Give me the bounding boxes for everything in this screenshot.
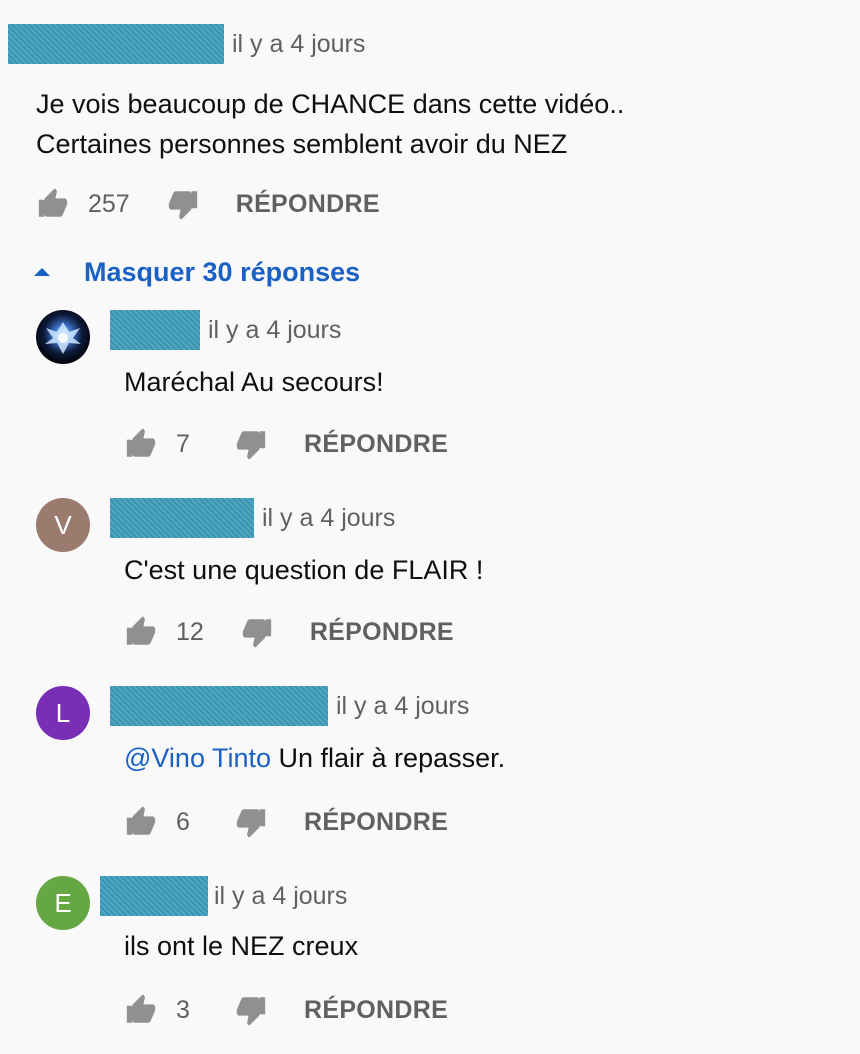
like-count: 257: [88, 189, 130, 218]
caret-up-icon: [34, 268, 50, 276]
avatar[interactable]: [36, 310, 90, 364]
reply-actions: 6 RÉPONDRE: [124, 802, 448, 842]
reply-text: C'est une question de FLAIR !: [124, 555, 484, 585]
reply-text: Un flair à repasser.: [278, 743, 506, 773]
reply-text: ils ont le NEZ creux: [124, 931, 359, 961]
like-count: 6: [176, 807, 190, 836]
reply-button[interactable]: RÉPONDRE: [304, 430, 448, 459]
avatar-letter: L: [55, 697, 71, 728]
dislike-icon[interactable]: [240, 615, 274, 649]
dislike-icon[interactable]: [234, 427, 268, 461]
comment-timestamp[interactable]: il y a 4 jours: [232, 24, 365, 64]
reply-button[interactable]: RÉPONDRE: [310, 618, 454, 647]
avatar[interactable]: V: [36, 498, 90, 552]
dislike-icon[interactable]: [234, 805, 268, 839]
reply-timestamp[interactable]: il y a 4 jours: [336, 686, 469, 726]
like-icon[interactable]: [124, 427, 158, 461]
like-icon[interactable]: [124, 805, 158, 839]
like-count: 3: [176, 995, 190, 1024]
comment-text-line-1: Je vois beaucoup de CHANCE dans cette vi…: [36, 89, 625, 119]
comment-text-line-2: Certaines personnes semblent avoir du NE…: [36, 129, 568, 159]
like-icon[interactable]: [124, 993, 158, 1027]
avatar[interactable]: E: [36, 876, 90, 930]
redacted-author-name[interactable]: [8, 24, 224, 64]
like-icon[interactable]: [36, 187, 70, 221]
hide-replies-label: Masquer 30 réponses: [84, 256, 361, 287]
redacted-author-name[interactable]: [110, 686, 328, 726]
comment-thread: il y a 4 jours Je vois beaucoup de CHANC…: [8, 6, 852, 1046]
reply-timestamp[interactable]: il y a 4 jours: [208, 310, 341, 350]
avatar-letter: E: [54, 887, 72, 918]
like-icon[interactable]: [124, 615, 158, 649]
reply-actions: 3 RÉPONDRE: [124, 990, 448, 1030]
reply-text-wrapper: @Vino Tinto Un flair à repasser.: [124, 738, 505, 778]
avatar-letter: V: [54, 509, 72, 540]
reply-timestamp[interactable]: il y a 4 jours: [214, 876, 347, 916]
phoenix-logo-icon: [45, 322, 81, 354]
reply-text: Maréchal Au secours!: [124, 367, 384, 397]
dislike-icon[interactable]: [166, 187, 200, 221]
dislike-icon[interactable]: [234, 993, 268, 1027]
comment-actions: 257 RÉPONDRE: [36, 184, 380, 224]
hide-replies-button[interactable]: Masquer 30 réponses: [34, 252, 360, 292]
reply-actions: 7 RÉPONDRE: [124, 424, 448, 464]
redacted-author-name[interactable]: [110, 310, 200, 350]
reply-actions: 12 RÉPONDRE: [124, 612, 454, 652]
reply-timestamp[interactable]: il y a 4 jours: [262, 498, 395, 538]
like-count: 7: [176, 429, 190, 458]
redacted-author-name[interactable]: [100, 876, 208, 916]
reply-button[interactable]: RÉPONDRE: [304, 808, 448, 837]
mention-link[interactable]: @Vino Tinto: [124, 743, 271, 773]
reply-button[interactable]: RÉPONDRE: [236, 190, 380, 219]
avatar[interactable]: L: [36, 686, 90, 740]
redacted-author-name[interactable]: [110, 498, 254, 538]
reply-button[interactable]: RÉPONDRE: [304, 996, 448, 1025]
like-count: 12: [176, 617, 204, 646]
